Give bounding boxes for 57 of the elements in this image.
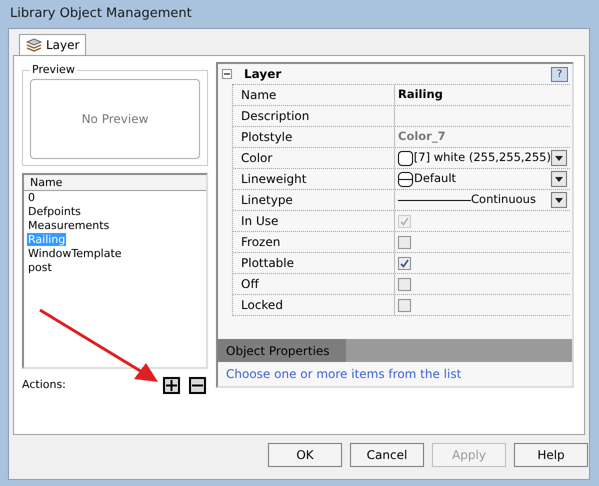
- list-item[interactable]: WindowTemplate: [27, 247, 123, 260]
- checkbox[interactable]: [398, 278, 411, 290]
- property-label: Plottable: [241, 255, 294, 272]
- property-label: Locked: [241, 297, 283, 314]
- column-header[interactable]: Name: [24, 175, 206, 191]
- line-sample-icon: [398, 198, 471, 202]
- list-item[interactable]: 0: [27, 191, 36, 204]
- property-value: Continuous: [471, 191, 537, 208]
- property-label: Frozen: [241, 234, 280, 251]
- layers-icon: [26, 38, 42, 52]
- collapse-toggle[interactable]: [222, 69, 232, 79]
- checkmark-icon: [400, 216, 409, 226]
- dialog-button[interactable]: Cancel: [350, 443, 424, 467]
- section-title: Layer: [244, 66, 282, 83]
- property-value: Railing: [398, 86, 443, 104]
- dialog-button[interactable]: OK: [268, 443, 342, 467]
- tab-label: Layer: [46, 37, 80, 54]
- property-label: Description: [241, 108, 310, 125]
- group-title: Preview: [31, 62, 76, 78]
- property-label: Color: [241, 150, 272, 167]
- section-tab[interactable]: Object Properties: [218, 339, 346, 362]
- dialog-button[interactable]: Help: [514, 443, 588, 467]
- add-button[interactable]: [163, 377, 180, 394]
- property-label: Linetype: [241, 192, 293, 209]
- property-label: Name: [241, 87, 276, 104]
- property-label: In Use: [241, 213, 278, 230]
- help-button[interactable]: ?: [551, 66, 568, 82]
- property-label: Off: [241, 276, 259, 293]
- lineweight-icon: [398, 172, 413, 186]
- property-value: Default: [414, 170, 458, 188]
- caret-icon: [555, 198, 563, 202]
- list-item[interactable]: post: [27, 261, 53, 274]
- actions-label: Actions:: [22, 377, 67, 394]
- property-label: Plotstyle: [241, 129, 292, 146]
- checkbox[interactable]: [398, 256, 411, 270]
- tab[interactable]: Layer: [19, 34, 86, 55]
- checkmark-icon: [400, 258, 409, 268]
- remove-button[interactable]: [189, 377, 206, 394]
- caret-icon: [555, 156, 563, 160]
- color-swatch: [398, 150, 413, 166]
- dropdown-button[interactable]: [551, 150, 567, 166]
- dropdown-button[interactable]: [551, 192, 567, 208]
- checkbox[interactable]: [398, 298, 411, 312]
- window-title: Library Object Management: [10, 5, 192, 24]
- hint-link[interactable]: Choose one or more items from the list: [226, 365, 462, 383]
- property-value: [7] white (255,255,255): [414, 149, 551, 166]
- preview-area: No Preview: [30, 78, 200, 158]
- minus-icon: [192, 384, 203, 387]
- property-value: Color_7: [398, 128, 446, 146]
- plus-icon: [166, 380, 177, 391]
- list-item[interactable]: Defpoints: [27, 205, 82, 218]
- dropdown-button[interactable]: [551, 171, 567, 187]
- checkbox[interactable]: [398, 236, 411, 248]
- property-label: Lineweight: [241, 171, 306, 188]
- caret-icon: [555, 176, 563, 182]
- minus-icon: [224, 71, 230, 77]
- list-item[interactable]: Measurements: [27, 219, 110, 232]
